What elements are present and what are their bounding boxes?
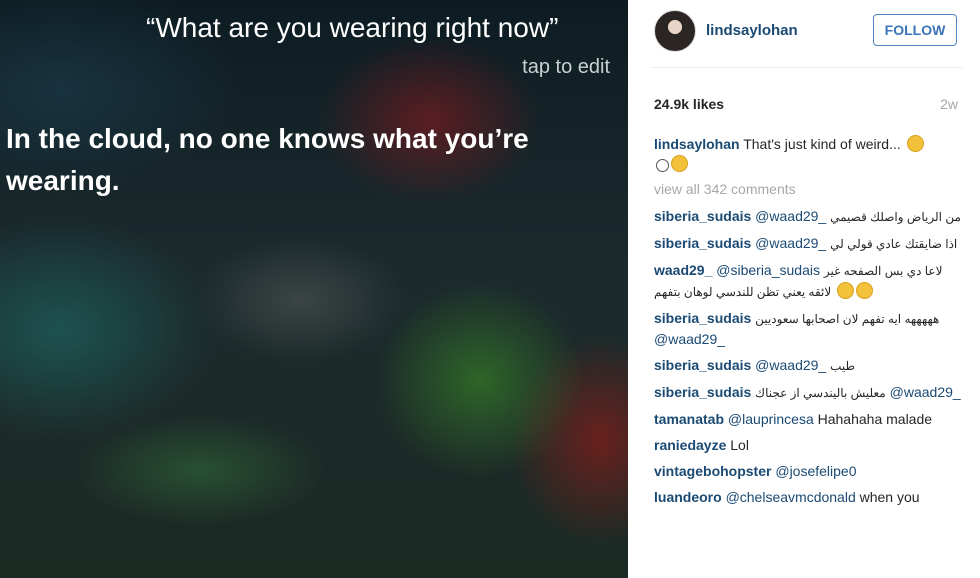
tap-to-edit-link[interactable]: tap to edit — [522, 56, 610, 79]
view-all-comments-link[interactable]: view all 342 comments — [654, 181, 796, 197]
divider — [652, 67, 962, 68]
comment-username[interactable]: raniedayze — [654, 437, 726, 453]
comment-item: siberia_sudais @waad29_ من الرياض واصلك … — [654, 206, 964, 227]
comment-mention[interactable]: @chelseavmcdonald — [726, 489, 856, 505]
comment-text: Lol — [730, 437, 749, 453]
comment-text: طيب — [830, 359, 856, 373]
smirk-emoji-icon — [906, 135, 924, 152]
comment-item: siberia_sudais @waad29_ طيب — [654, 355, 964, 376]
post-username[interactable]: lindsaylohan — [706, 22, 798, 39]
comment-list: siberia_sudais @waad29_ من الرياض واصلك … — [654, 206, 964, 513]
siri-panel: “What are you wearing right now” tap to … — [0, 0, 628, 578]
instagram-post-panel: lindsaylohan FOLLOW 24.9k likes 2w linds… — [628, 0, 980, 578]
comment-item: siberia_sudais معليش باليندسي از عجناك @… — [654, 382, 964, 403]
siri-reply: In the cloud, no one knows what you’re w… — [6, 123, 529, 196]
comment-text: اذا ضايقتك عادي قولي لي — [830, 237, 958, 251]
follow-button[interactable]: FOLLOW — [873, 14, 957, 46]
comment-username[interactable]: siberia_sudais — [654, 208, 751, 224]
post-age: 2w — [940, 96, 958, 112]
caption-username[interactable]: lindsaylohan — [654, 136, 740, 152]
comment-item: raniedayze Lol — [654, 435, 964, 455]
comment-mention[interactable]: @waad29_ — [755, 208, 826, 224]
comment-item: siberia_sudais @waad29_ اذا ضايقتك عادي … — [654, 233, 964, 254]
caption-text: That's just kind of weird... — [743, 136, 901, 152]
comment-item: vintagebohopster @josefelipe0 — [654, 461, 964, 481]
comment-username[interactable]: vintagebohopster — [654, 463, 771, 479]
comment-username[interactable]: siberia_sudais — [654, 384, 751, 400]
laughing-emoji-icon — [856, 282, 874, 299]
comment-username[interactable]: siberia_sudais — [654, 357, 751, 373]
comment-text: when you — [859, 489, 920, 505]
comment-mention[interactable]: @waad29_ — [755, 235, 826, 251]
smile-emoji-icon — [656, 159, 669, 172]
laughing-emoji-icon — [837, 282, 855, 299]
comment-mention[interactable]: @siberia_sudais — [716, 262, 820, 278]
comment-text: من الرياض واصلك قصيمي — [830, 210, 961, 224]
comment-username[interactable]: luandeoro — [654, 489, 722, 505]
comment-item: tamanatab @lauprincesa Hahahaha malade — [654, 409, 964, 429]
comment-mention[interactable]: @waad29_ — [654, 331, 725, 347]
comment-text: Hahahaha malade — [817, 411, 933, 427]
comment-mention[interactable]: @waad29_ — [890, 384, 961, 400]
comment-item: waad29_ @siberia_sudais لاعا دي بس الصفح… — [654, 260, 964, 302]
comment-username[interactable]: siberia_sudais — [654, 235, 751, 251]
smirk-emoji-icon — [671, 155, 688, 172]
comment-mention[interactable]: @waad29_ — [755, 357, 826, 373]
comment-text: معليش باليندسي از عجناك — [755, 386, 886, 400]
comment-item: siberia_sudais هههههه ايه تفهم لان اصحاب… — [654, 308, 964, 349]
comment-item: luandeoro @chelseavmcdonald when you — [654, 487, 964, 507]
likes-count[interactable]: 24.9k likes — [654, 96, 724, 112]
comment-username[interactable]: waad29_ — [654, 262, 712, 278]
comment-text: هههههه ايه تفهم لان اصحابها سعوديين — [755, 312, 940, 326]
avatar[interactable] — [654, 10, 696, 52]
siri-query: “What are you wearing right now” — [146, 12, 559, 43]
comment-mention[interactable]: @lauprincesa — [728, 411, 814, 427]
post-caption: lindsaylohan That's just kind of weird..… — [654, 134, 954, 174]
comment-username[interactable]: tamanatab — [654, 411, 724, 427]
comment-mention[interactable]: @josefelipe0 — [775, 463, 856, 479]
comment-username[interactable]: siberia_sudais — [654, 310, 751, 326]
